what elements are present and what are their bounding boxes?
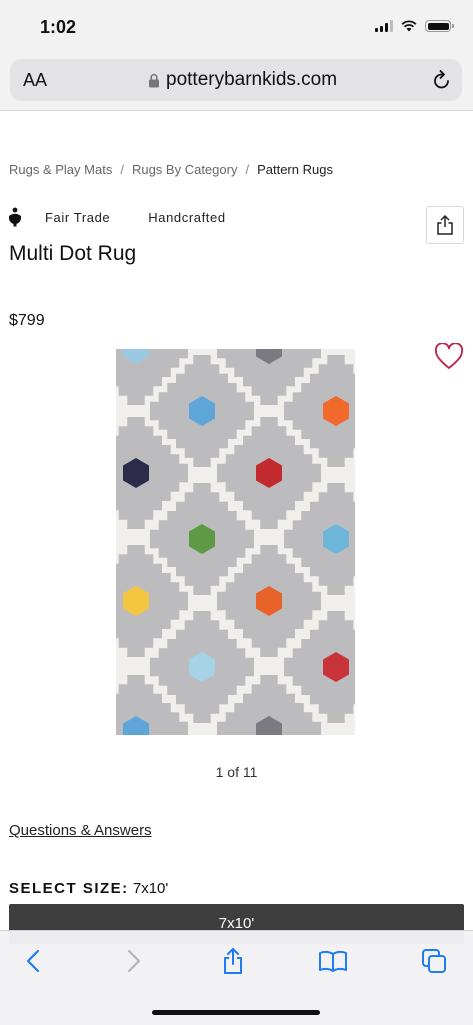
browser-bottom-toolbar bbox=[0, 930, 473, 1025]
url-display[interactable]: potterybarnkids.com bbox=[148, 69, 337, 91]
share-icon bbox=[437, 215, 453, 235]
lock-icon bbox=[149, 73, 159, 87]
share-icon bbox=[224, 948, 242, 974]
forward-icon bbox=[127, 949, 141, 973]
reload-icon bbox=[434, 70, 449, 89]
tabs-button[interactable] bbox=[414, 943, 454, 979]
product-badges: Fair Trade Handcrafted bbox=[8, 207, 226, 227]
back-icon bbox=[26, 949, 40, 973]
bookmarks-button[interactable] bbox=[313, 943, 353, 979]
bookmarks-icon bbox=[319, 950, 347, 972]
url-text: potterybarnkids.com bbox=[166, 69, 338, 90]
breadcrumb-link-rugs-by-category[interactable]: Rugs By Category bbox=[132, 162, 238, 177]
forward-button[interactable] bbox=[114, 943, 154, 979]
select-size-heading: SELECT SIZE: bbox=[9, 880, 129, 897]
browser-toolbar: AA potterybarnkids.com bbox=[0, 52, 473, 111]
selected-size-value: 7x10' bbox=[132, 880, 169, 897]
product-title: Multi Dot Rug bbox=[9, 242, 137, 265]
wifi-icon bbox=[401, 20, 417, 32]
back-button[interactable] bbox=[13, 943, 53, 979]
reload-button[interactable] bbox=[432, 69, 452, 96]
questions-answers-link[interactable]: Questions & Answers bbox=[9, 822, 152, 839]
product-price: $799 bbox=[9, 312, 45, 329]
status-bar: 1:02 bbox=[0, 0, 473, 52]
handcrafted-label: Handcrafted bbox=[148, 209, 226, 225]
image-counter: 1 of 11 bbox=[215, 764, 258, 780]
heart-icon bbox=[434, 342, 464, 369]
favorite-button[interactable] bbox=[434, 342, 464, 375]
breadcrumb: Rugs & Play Mats / Rugs By Category / Patter… bbox=[9, 162, 333, 177]
breadcrumb-current-pattern-rugs[interactable]: Pattern Rugs bbox=[257, 162, 333, 177]
breadcrumb-separator: / bbox=[245, 162, 250, 177]
fair-trade-icon bbox=[9, 207, 21, 227]
status-icons bbox=[375, 20, 454, 32]
select-size-label: SELECT SIZE: 7x10' bbox=[9, 880, 168, 897]
share-page-button[interactable] bbox=[213, 943, 253, 979]
home-indicator bbox=[152, 1010, 320, 1015]
fair-trade-label: Fair Trade bbox=[45, 209, 111, 225]
product-image-multi-dot-rug[interactable] bbox=[116, 349, 355, 735]
breadcrumb-separator: / bbox=[120, 162, 124, 177]
battery-icon bbox=[425, 20, 454, 32]
address-bar[interactable]: AA potterybarnkids.com bbox=[10, 59, 462, 101]
status-time: 1:02 bbox=[40, 17, 77, 37]
cellular-signal-icon bbox=[375, 20, 393, 32]
share-product-button[interactable] bbox=[426, 206, 464, 244]
breadcrumb-link-rugs-play-mats[interactable]: Rugs & Play Mats bbox=[9, 162, 112, 177]
tabs-icon bbox=[422, 949, 446, 973]
reader-settings-button[interactable]: AA bbox=[23, 70, 47, 91]
